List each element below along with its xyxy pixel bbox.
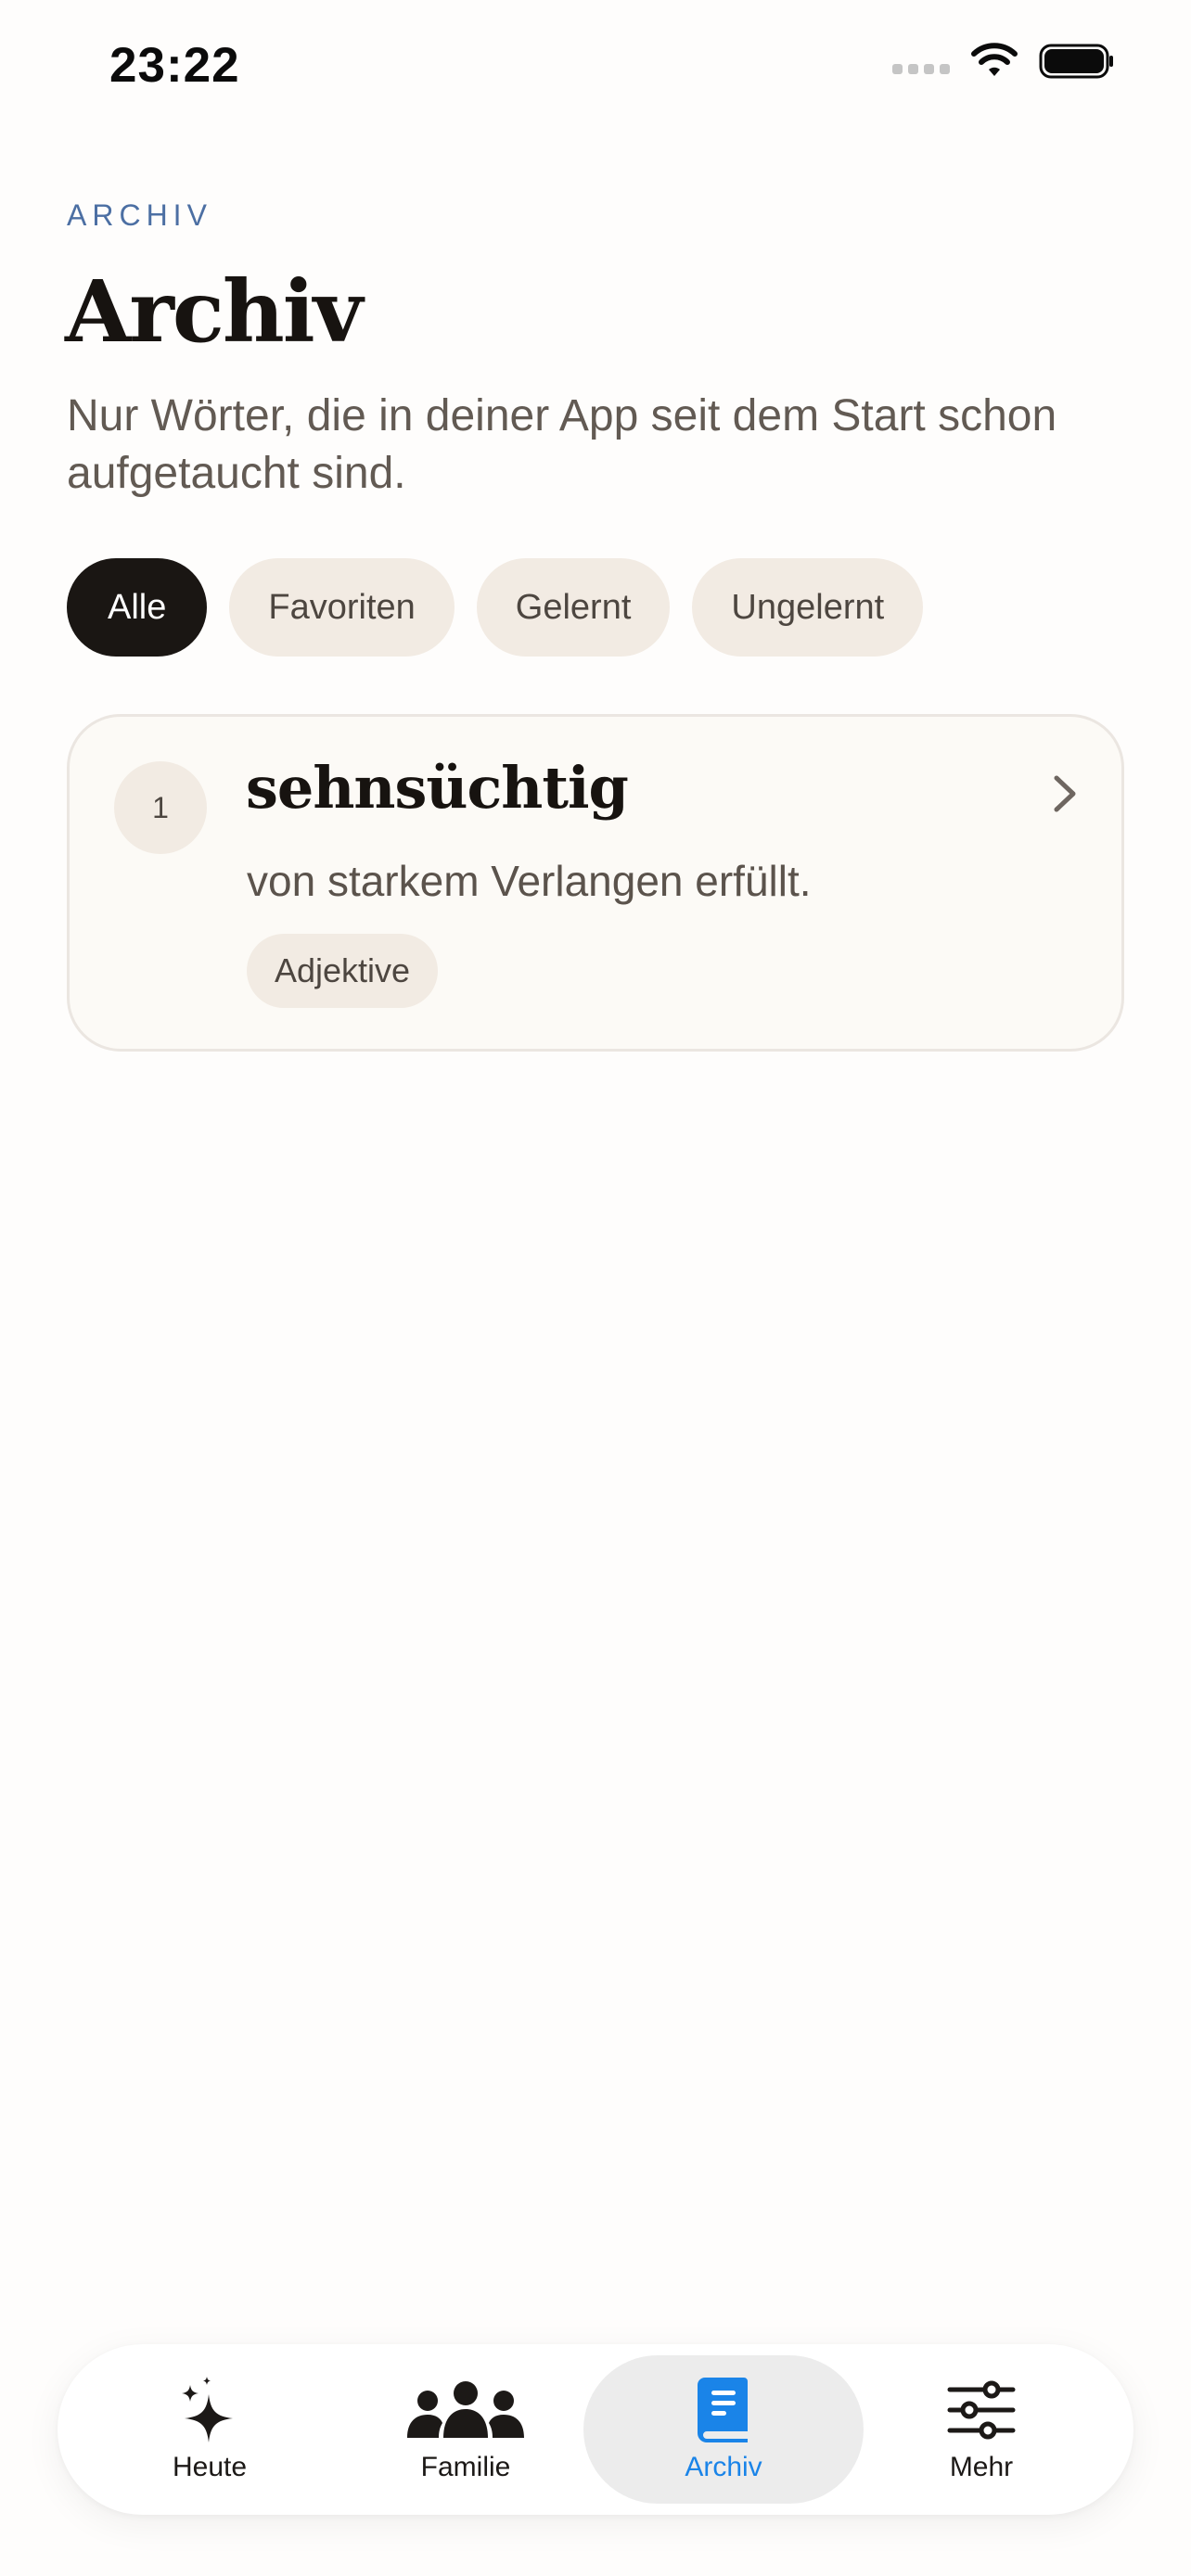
sparkles-icon — [177, 2376, 242, 2444]
tab-label-archiv: Archiv — [685, 2452, 762, 2482]
filter-chips: Alle Favoriten Gelernt Ungelernt — [67, 558, 924, 657]
people-icon — [405, 2376, 526, 2444]
tab-familie[interactable]: Familie — [326, 2355, 606, 2504]
word-number-badge: 1 — [114, 761, 207, 854]
tab-label-familie: Familie — [420, 2452, 511, 2482]
wifi-icon — [971, 43, 1018, 76]
word-category-tag: Adjektive — [247, 934, 439, 1008]
filter-chip-alle[interactable]: Alle — [67, 558, 208, 657]
status-time: 23:22 — [109, 38, 240, 93]
filter-chip-gelernt[interactable]: Gelernt — [476, 558, 671, 657]
book-icon — [696, 2376, 751, 2444]
chevron-right-icon — [1054, 775, 1076, 812]
page-subtitle: Nur Wörter, die in deiner App seit dem S… — [67, 391, 1057, 498]
tab-heute[interactable]: Heute — [70, 2355, 350, 2504]
battery-icon — [1039, 44, 1113, 79]
filter-chip-favoriten[interactable]: Favoriten — [229, 558, 455, 657]
tab-label-heute: Heute — [172, 2452, 248, 2482]
cellular-signal-icon — [892, 63, 950, 74]
sliders-icon — [947, 2376, 1016, 2444]
tab-bar: Heute Familie Archiv Mehr — [58, 2344, 1133, 2515]
word-definition: von starkem Verlangen erfüllt. — [247, 857, 812, 905]
section-eyebrow: ARCHIV — [67, 198, 212, 232]
status-icons — [892, 43, 1115, 80]
filter-chip-ungelernt[interactable]: Ungelernt — [692, 558, 924, 657]
tab-label-mehr: Mehr — [949, 2452, 1014, 2482]
tab-mehr[interactable]: Mehr — [841, 2355, 1121, 2504]
word-card[interactable]: 1 sehnsüchtig von starkem Verlangen erfü… — [67, 714, 1124, 1052]
tab-archiv[interactable]: Archiv — [583, 2355, 864, 2504]
page-title: Archiv — [65, 261, 363, 362]
word-title: sehnsüchtig — [246, 754, 629, 822]
